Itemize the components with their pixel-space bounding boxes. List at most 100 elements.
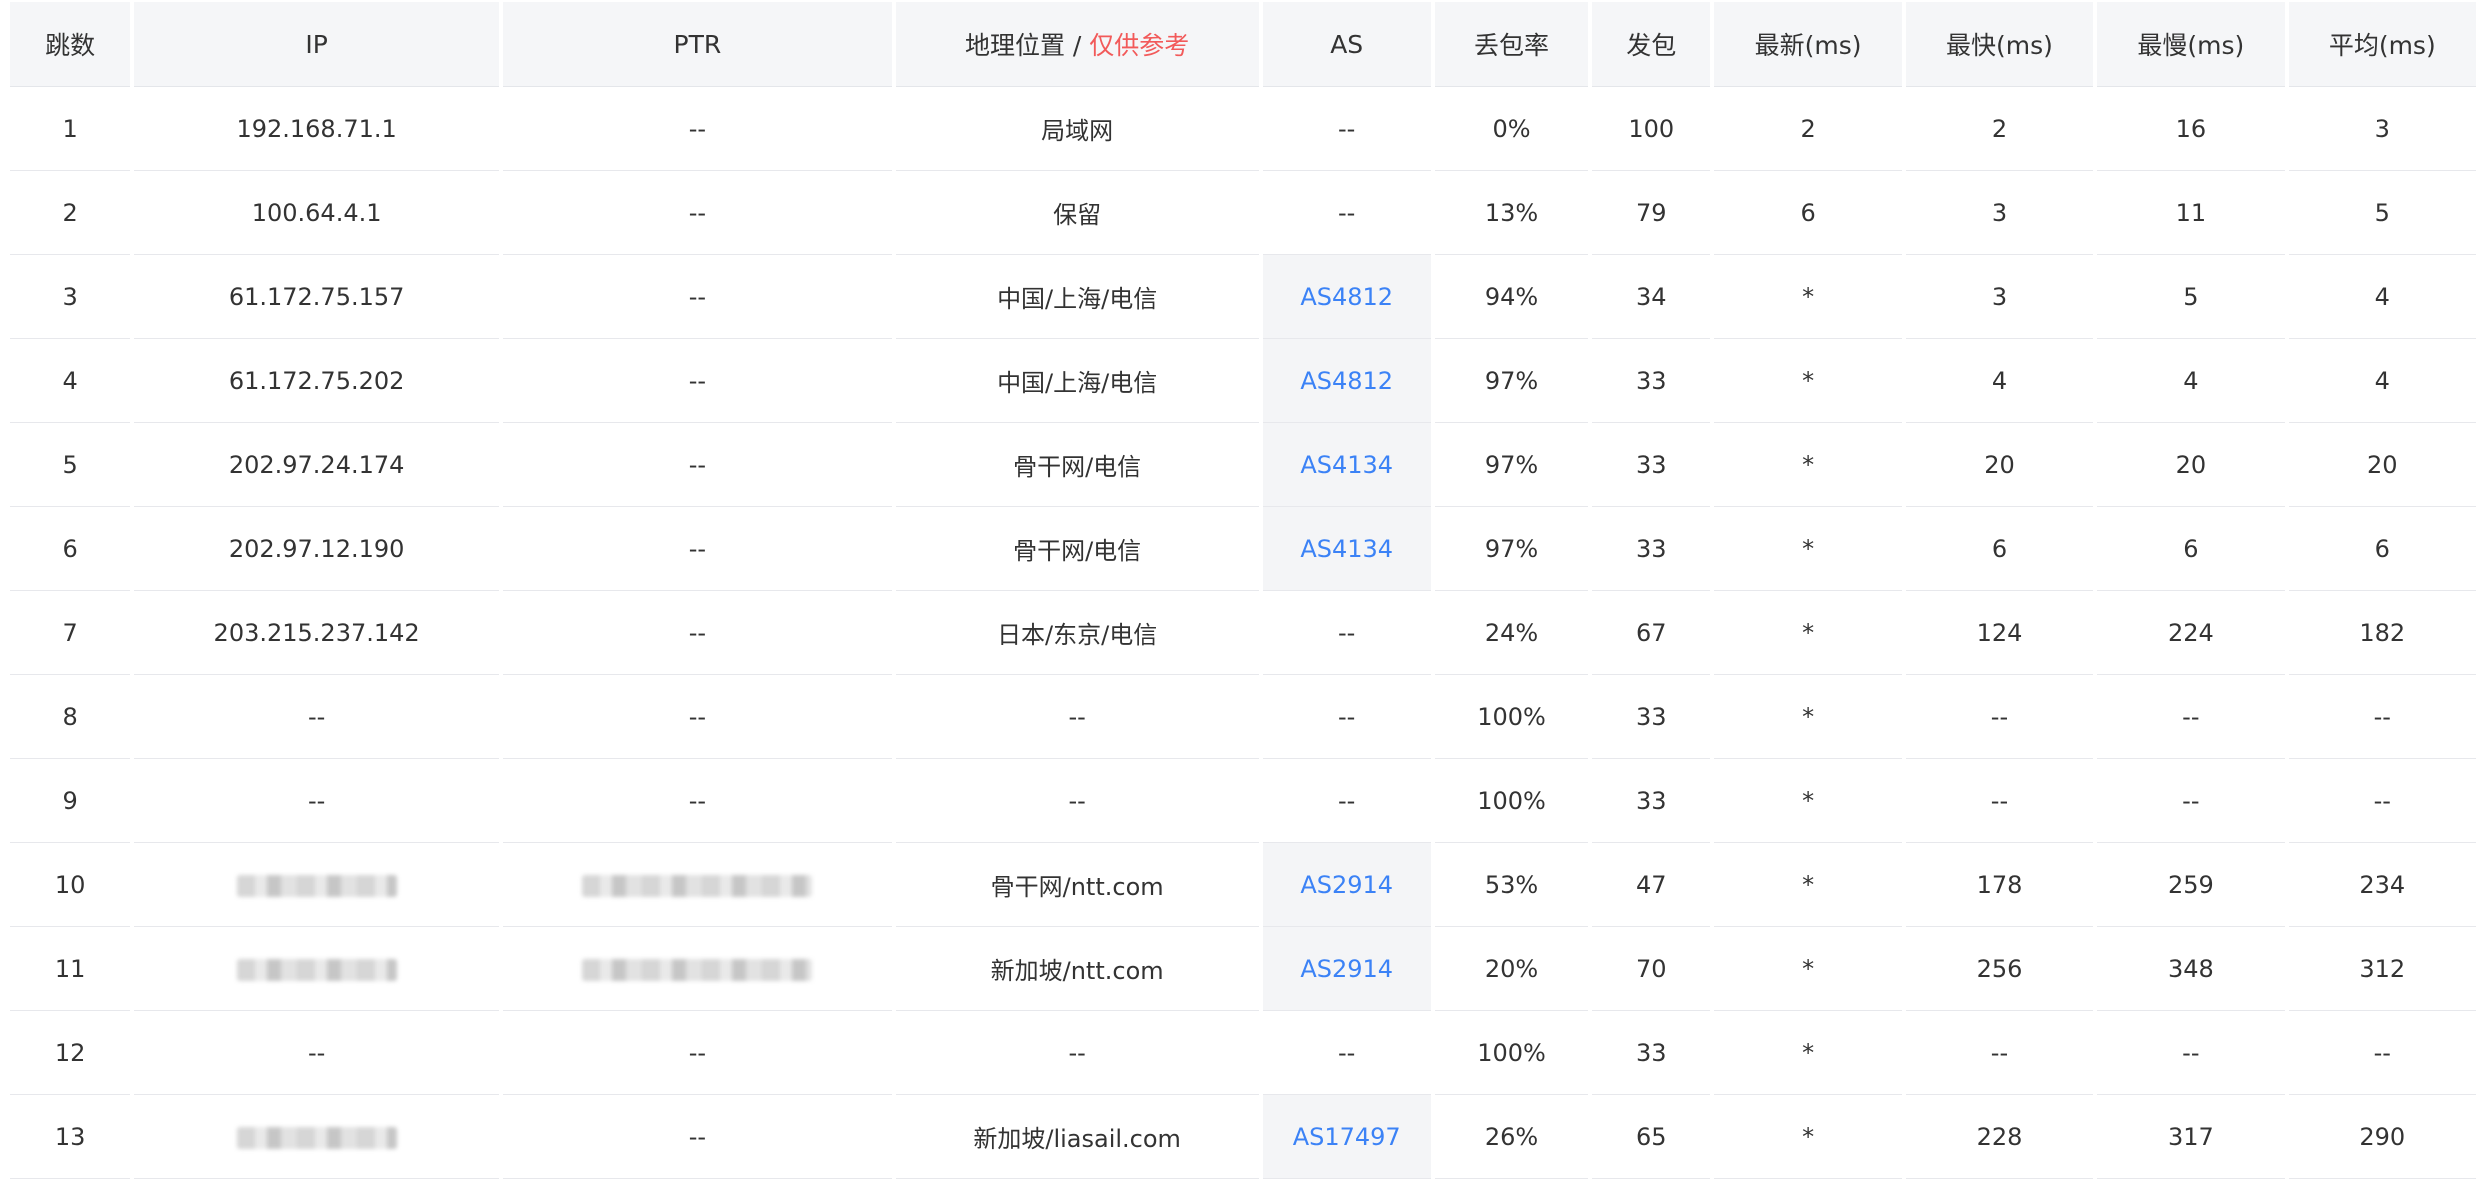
- cell-as: --: [1262, 591, 1431, 675]
- col-header-hop[interactable]: 跳数: [10, 2, 131, 87]
- cell-hop: 7: [10, 591, 131, 675]
- cell-ptr: --: [502, 171, 892, 255]
- cell-ip: 202.97.12.190: [134, 507, 499, 591]
- cell-last: 2: [1714, 87, 1902, 171]
- cell-geo: 新加坡/liasail.com: [895, 1095, 1259, 1179]
- cell-sent: 47: [1592, 843, 1711, 927]
- table-row: 6 202.97.12.190 -- 骨干网/电信 AS4134 97% 33 * 6 6 6: [10, 507, 2476, 591]
- cell-loss: 100%: [1434, 675, 1589, 759]
- as-link[interactable]: AS4134: [1300, 451, 1393, 479]
- col-header-ip[interactable]: IP: [134, 2, 499, 87]
- cell-as: AS17497: [1262, 1095, 1431, 1179]
- cell-avg: 6: [2288, 507, 2476, 591]
- as-link[interactable]: AS2914: [1300, 871, 1393, 899]
- cell-worst: 20: [2097, 423, 2285, 507]
- col-header-ptr[interactable]: PTR: [502, 2, 892, 87]
- cell-best: 228: [1905, 1095, 2094, 1179]
- table-row: 4 61.172.75.202 -- 中国/上海/电信 AS4812 97% 33 * 4 4 4: [10, 339, 2476, 423]
- col-header-avg[interactable]: 平均(ms): [2288, 2, 2476, 87]
- cell-best: 3: [1905, 255, 2094, 339]
- table-row: 10 骨干网/ntt.com AS2914 53% 47 * 178 259 234: [10, 843, 2476, 927]
- cell-ptr: --: [502, 1011, 892, 1095]
- cell-hop: 4: [10, 339, 131, 423]
- cell-hop: 11: [10, 927, 131, 1011]
- cell-avg: 5: [2288, 171, 2476, 255]
- traceroute-table: 跳数 IP PTR 地理位置 / 仅供参考 AS 丢包率 发包 最新(ms) 最…: [6, 2, 2480, 1179]
- table-row: 3 61.172.75.157 -- 中国/上海/电信 AS4812 94% 34 * 3 5 4: [10, 255, 2476, 339]
- as-link[interactable]: AS2914: [1300, 955, 1393, 983]
- cell-worst: 16: [2097, 87, 2285, 171]
- cell-sent: 79: [1592, 171, 1711, 255]
- cell-hop: 2: [10, 171, 131, 255]
- cell-ip: [134, 927, 499, 1011]
- cell-best: 2: [1905, 87, 2094, 171]
- cell-ip: 100.64.4.1: [134, 171, 499, 255]
- cell-as: AS4812: [1262, 255, 1431, 339]
- cell-last: *: [1714, 255, 1902, 339]
- cell-ptr: [502, 843, 892, 927]
- cell-worst: --: [2097, 1011, 2285, 1095]
- cell-worst: 5: [2097, 255, 2285, 339]
- as-link[interactable]: AS4134: [1300, 535, 1393, 563]
- cell-avg: --: [2288, 1011, 2476, 1095]
- as-link[interactable]: AS4812: [1300, 367, 1393, 395]
- cell-best: 124: [1905, 591, 2094, 675]
- col-header-as[interactable]: AS: [1262, 2, 1431, 87]
- cell-as: AS4134: [1262, 507, 1431, 591]
- col-header-last[interactable]: 最新(ms): [1714, 2, 1902, 87]
- table-row: 8 -- -- -- -- 100% 33 * -- -- --: [10, 675, 2476, 759]
- cell-hop: 1: [10, 87, 131, 171]
- table-row: 1 192.168.71.1 -- 局域网 -- 0% 100 2 2 16 3: [10, 87, 2476, 171]
- cell-hop: 12: [10, 1011, 131, 1095]
- col-header-geo[interactable]: 地理位置 / 仅供参考: [895, 2, 1259, 87]
- table-row: 11 新加坡/ntt.com AS2914 20% 70 * 256 348 312: [10, 927, 2476, 1011]
- cell-worst: 348: [2097, 927, 2285, 1011]
- cell-ip: 61.172.75.202: [134, 339, 499, 423]
- cell-ptr: --: [502, 87, 892, 171]
- cell-ptr: --: [502, 591, 892, 675]
- cell-hop: 13: [10, 1095, 131, 1179]
- cell-loss: 26%: [1434, 1095, 1589, 1179]
- cell-as: AS2914: [1262, 927, 1431, 1011]
- cell-avg: 182: [2288, 591, 2476, 675]
- cell-sent: 33: [1592, 423, 1711, 507]
- cell-best: 6: [1905, 507, 2094, 591]
- cell-loss: 100%: [1434, 759, 1589, 843]
- cell-worst: 224: [2097, 591, 2285, 675]
- cell-avg: --: [2288, 675, 2476, 759]
- cell-ptr: --: [502, 675, 892, 759]
- redacted-ip: [236, 874, 397, 897]
- table-body: 1 192.168.71.1 -- 局域网 -- 0% 100 2 2 16 3 2 100.64.4.…: [10, 87, 2476, 1179]
- cell-geo: 新加坡/ntt.com: [895, 927, 1259, 1011]
- as-link[interactable]: AS4812: [1300, 283, 1393, 311]
- redacted-ip: [236, 1126, 397, 1149]
- cell-ptr: --: [502, 507, 892, 591]
- cell-sent: 65: [1592, 1095, 1711, 1179]
- cell-last: *: [1714, 423, 1902, 507]
- col-header-loss[interactable]: 丢包率: [1434, 2, 1589, 87]
- col-header-worst[interactable]: 最慢(ms): [2097, 2, 2285, 87]
- table-header-row: 跳数 IP PTR 地理位置 / 仅供参考 AS 丢包率 发包 最新(ms) 最…: [10, 2, 2476, 87]
- cell-worst: --: [2097, 675, 2285, 759]
- table-row: 13 -- 新加坡/liasail.com AS17497 26% 65 * 228 317 29…: [10, 1095, 2476, 1179]
- cell-sent: 34: [1592, 255, 1711, 339]
- cell-sent: 70: [1592, 927, 1711, 1011]
- col-header-sent[interactable]: 发包: [1592, 2, 1711, 87]
- cell-ptr: --: [502, 1095, 892, 1179]
- geo-header-label: 地理位置 /: [964, 31, 1090, 60]
- cell-last: *: [1714, 1011, 1902, 1095]
- cell-as: AS2914: [1262, 843, 1431, 927]
- cell-ip: --: [134, 1011, 499, 1095]
- table-row: 5 202.97.24.174 -- 骨干网/电信 AS4134 97% 33 * 20 20 20: [10, 423, 2476, 507]
- cell-last: *: [1714, 675, 1902, 759]
- cell-avg: 312: [2288, 927, 2476, 1011]
- cell-last: *: [1714, 507, 1902, 591]
- cell-sent: 33: [1592, 507, 1711, 591]
- cell-best: --: [1905, 1011, 2094, 1095]
- cell-loss: 13%: [1434, 171, 1589, 255]
- cell-worst: 259: [2097, 843, 2285, 927]
- as-link[interactable]: AS17497: [1293, 1123, 1401, 1151]
- cell-as: AS4134: [1262, 423, 1431, 507]
- cell-loss: 24%: [1434, 591, 1589, 675]
- col-header-best[interactable]: 最快(ms): [1905, 2, 2094, 87]
